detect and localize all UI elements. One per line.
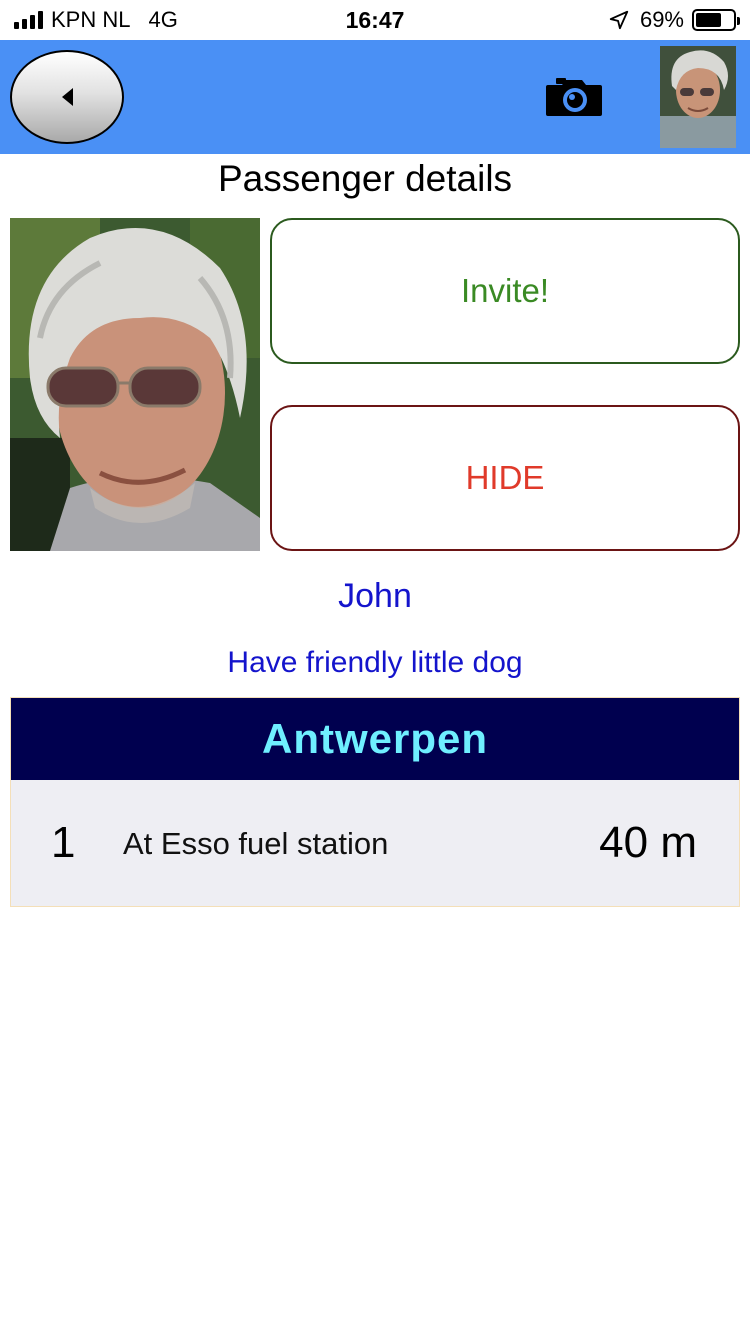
passenger-photo-image: [10, 218, 260, 551]
invite-button[interactable]: Invite!: [270, 218, 740, 364]
passenger-note: Have friendly little dog: [227, 646, 523, 679]
nav-bar: [0, 40, 750, 154]
back-arrow-icon: [61, 88, 73, 106]
battery-percent: 69%: [639, 7, 684, 32]
location-arrow-icon: [609, 10, 629, 30]
status-bar: KPN NL 4G 16:47 69%: [0, 0, 750, 40]
battery-icon: [692, 9, 740, 31]
status-right: 69%: [608, 6, 740, 34]
camera-icon[interactable]: [544, 76, 604, 118]
avatar[interactable]: [660, 46, 736, 148]
avatar-image: [660, 46, 736, 148]
hide-button[interactable]: HIDE: [270, 405, 740, 551]
battery-fill: [696, 13, 721, 27]
page-title: Passenger details: [217, 158, 513, 199]
stop-number: 1: [51, 818, 76, 867]
stops-panel: Antwerpen 1 At Esso fuel station 40 m: [10, 697, 740, 907]
passenger-name: John: [338, 577, 412, 615]
city-header: Antwerpen: [11, 698, 739, 780]
stop-distance: 40 m: [599, 818, 697, 867]
stop-name: At Esso fuel station: [123, 826, 389, 861]
back-button[interactable]: [10, 50, 124, 144]
passenger-photo: [10, 218, 260, 551]
battery-tip: [737, 17, 740, 25]
stop-row[interactable]: 1 At Esso fuel station 40 m: [11, 780, 739, 906]
